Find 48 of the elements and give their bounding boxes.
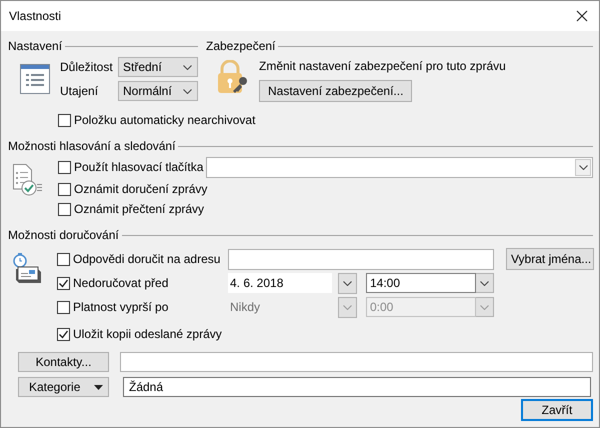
checkbox-label: Uložit kopii odeslané zprávy [73,327,222,341]
security-description: Změnit nastavení zabezpečení pro tuto zprávu [259,59,506,73]
contacts-field[interactable] [120,352,593,372]
chevron-icon [343,280,352,286]
contacts-button[interactable]: Kontakty... [18,352,109,372]
chevron-icon [480,280,489,286]
close-button[interactable] [575,9,589,23]
checkbox[interactable] [58,160,71,174]
field-label: Důležitost [60,60,114,74]
lock-key-icon [216,60,250,94]
chevron-icon [480,304,489,310]
chevron-icon [183,64,192,70]
section-heading: Možnosti hlasování a sledování [8,139,176,153]
chevron-icon [183,88,192,94]
chevron-icon [578,164,588,170]
checkbox[interactable] [57,276,70,290]
section-heading: Nastavení [8,39,64,53]
checkbox-label: Odpovědi doručit na adresu [73,252,222,266]
checkbox-label: Platnost vyprší po [73,300,170,314]
checkbox-label: Oznámit doručení zprávy [74,182,208,196]
select-names-button[interactable]: Vybrat jména... [506,248,594,270]
section-heading: Zabezpečení [206,39,276,53]
checkbox[interactable] [58,202,71,216]
dropdown[interactable]: Normální [118,81,198,101]
checkbox-label: Oznámit přečtení zprávy [74,202,204,216]
checklist-icon [12,164,42,198]
window-title: Vlastnosti [9,9,62,23]
checkbox-label: Nedoručovat před [73,276,170,290]
dropdown[interactable]: Střední [118,57,198,77]
categories-button[interactable]: Kategorie [18,377,109,397]
field-label: Utajení [60,84,100,98]
checkbox[interactable] [58,114,71,126]
dropdown-button[interactable] [338,272,357,294]
checkbox-label: Položku automaticky nearchivovat [74,113,256,127]
address-field[interactable] [228,248,494,270]
close-button[interactable]: Zavřít [521,399,593,421]
checkbox[interactable] [57,328,70,340]
checkbox[interactable] [58,182,71,196]
section-heading: Možnosti doručování [8,228,120,242]
date-field[interactable]: 4. 6. 2018 [228,273,332,293]
close-icon [576,10,588,22]
checkbox[interactable] [57,252,70,266]
checkbox-label: Použít hlasovací tlačítka [74,160,204,174]
security-settings-button[interactable]: Nastavení zabezpečení... [259,80,412,102]
chevron-icon [343,304,352,310]
list-icon [20,64,50,94]
caret-icon [94,384,103,390]
categories-field: Žádná [123,377,591,397]
